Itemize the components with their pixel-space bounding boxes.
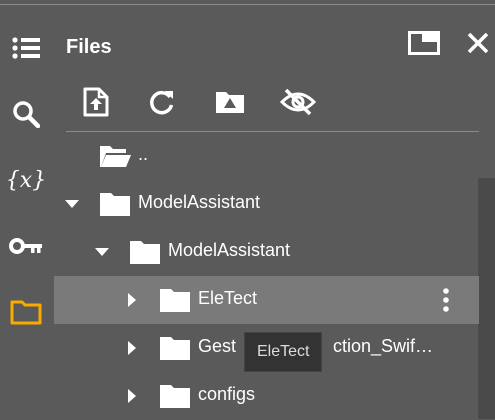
table-of-contents-icon[interactable] (8, 30, 44, 66)
tree-row-label-visible-suffix: ction_Swif… (333, 336, 434, 356)
more-options-icon[interactable] (436, 286, 456, 314)
folder-icon (160, 289, 190, 312)
variables-icon[interactable]: {x} (6, 162, 46, 198)
tree-row-label: ModelAssistant (138, 192, 261, 212)
collapse-chevron-icon[interactable] (62, 194, 82, 214)
expand-chevron-icon[interactable] (122, 290, 142, 310)
open-in-window-icon[interactable] (406, 26, 442, 60)
upload-icon[interactable] (78, 84, 114, 120)
tree-row-label: EleTect (198, 288, 258, 308)
hide-hidden-files-icon[interactable] (280, 84, 316, 120)
mount-drive-icon[interactable] (212, 84, 248, 120)
tree-row-label-visible-prefix: Gest (198, 336, 237, 356)
tree-row-modelassistant[interactable]: ModelAssistant (54, 180, 479, 228)
panel-title: Files (66, 36, 112, 58)
refresh-icon[interactable] (144, 84, 180, 120)
tree-row-eletect[interactable]: EleTect (54, 276, 479, 324)
close-icon[interactable] (460, 26, 495, 60)
search-icon[interactable] (8, 96, 44, 132)
tree-row-modelassistant-nested[interactable]: ModelAssistant (54, 228, 479, 276)
tooltip: EleTect (244, 332, 323, 372)
key-icon[interactable] (8, 228, 44, 264)
parent-directory-row[interactable]: .. (54, 132, 479, 180)
expand-chevron-icon[interactable] (122, 338, 142, 358)
tree-row-configs[interactable]: configs (54, 372, 479, 420)
folder-open-icon (100, 146, 131, 167)
folder-icon[interactable] (8, 294, 44, 330)
folder-icon (100, 193, 130, 216)
expand-chevron-icon[interactable] (122, 386, 142, 406)
parent-directory-label: .. (138, 144, 149, 164)
tree-row-label: configs (198, 384, 256, 404)
folder-icon (160, 337, 190, 360)
folder-icon (130, 241, 160, 264)
collapse-chevron-icon[interactable] (92, 242, 112, 262)
folder-icon (160, 385, 190, 408)
top-border (0, 4, 495, 5)
tree-row-label: ModelAssistant (168, 240, 291, 260)
panel-resize-edge[interactable] (478, 178, 495, 419)
